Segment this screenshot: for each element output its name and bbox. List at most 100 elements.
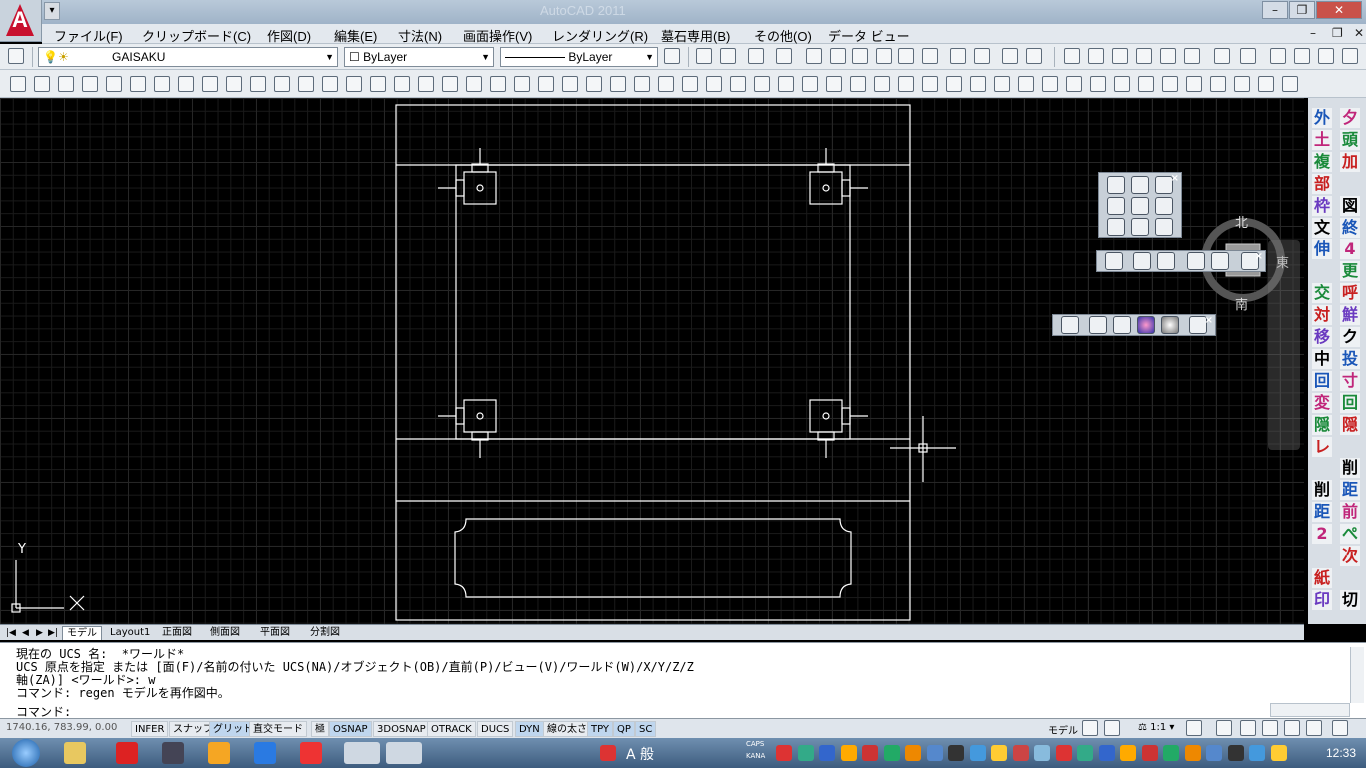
app-icon[interactable] (208, 742, 230, 764)
draw-tool-icon[interactable] (850, 76, 866, 92)
side-tool-button[interactable]: 前 (1340, 502, 1360, 523)
explorer-icon[interactable] (64, 742, 86, 764)
status-toggle-7[interactable]: OTRACK (427, 721, 476, 737)
model-space-label[interactable]: モデル (1048, 722, 1078, 737)
system-tray-icon[interactable] (948, 745, 964, 761)
system-tray-icon[interactable] (1141, 745, 1158, 761)
tab-model[interactable]: モデル (62, 626, 102, 640)
draw-tool-icon[interactable] (322, 76, 338, 92)
color-dropdown[interactable]: ☐ ByLayer ▼ (344, 47, 494, 67)
hardware-acceleration-icon[interactable] (1262, 720, 1278, 736)
side-tool-button[interactable]: 紙 (1312, 567, 1332, 588)
system-tray-icon[interactable] (1163, 745, 1179, 761)
menu-edit[interactable]: 編集(E) (334, 26, 377, 45)
autocad-taskbar-icon[interactable] (386, 742, 422, 764)
realistic-icon[interactable] (1137, 316, 1155, 334)
side-tool-button[interactable] (1312, 458, 1332, 478)
draw-tool-icon[interactable] (682, 76, 698, 92)
menu-file[interactable]: ファイル(F) (54, 26, 123, 45)
draw-tool-icon[interactable] (202, 76, 218, 92)
system-tray-icon[interactable] (1184, 745, 1201, 761)
annotation-scale[interactable]: ⚖ 1:1 ▾ (1138, 722, 1174, 733)
side-tool-button[interactable] (1340, 174, 1360, 194)
draw-tool-icon[interactable] (1138, 76, 1154, 92)
command-scrollbar[interactable] (1350, 647, 1364, 703)
system-tray-icon[interactable] (819, 745, 835, 761)
draw-tool-icon[interactable] (1162, 76, 1178, 92)
draw-tool-icon[interactable] (58, 76, 74, 92)
side-tool-button[interactable]: ぺ (1340, 524, 1360, 545)
status-toggle-13[interactable]: SC (635, 721, 657, 737)
quick-access-dropdown[interactable]: ▾ (44, 2, 60, 20)
hidden-icon[interactable] (1113, 316, 1131, 334)
annotation-visibility-icon[interactable] (1186, 720, 1202, 736)
zoom-extents-icon[interactable] (922, 48, 938, 64)
side-tool-button[interactable]: 終 (1340, 217, 1360, 238)
system-tray-icon[interactable] (1120, 745, 1136, 761)
media-icon[interactable] (162, 742, 184, 764)
draw-tool-icon[interactable] (130, 76, 146, 92)
side-tool-button[interactable]: 伸 (1312, 239, 1332, 260)
pan-icon[interactable] (950, 48, 966, 64)
menu-view[interactable]: 画面操作(V) (463, 26, 532, 45)
status-toggle-0[interactable]: INFER (131, 721, 169, 737)
doc-minimize-button[interactable]: – (1310, 26, 1316, 40)
draw-tool-icon[interactable] (946, 76, 962, 92)
menu-render[interactable]: レンダリング(R) (552, 26, 648, 45)
tab-nav-prev-icon[interactable]: ◀ (18, 626, 33, 640)
table-icon[interactable] (1318, 48, 1334, 64)
side-tool-button[interactable]: 鮮 (1340, 305, 1360, 326)
zoom-out-icon[interactable] (830, 48, 846, 64)
match-properties-icon[interactable] (1112, 48, 1128, 64)
continuous-orbit-icon[interactable] (1157, 252, 1175, 270)
dropbox-icon[interactable] (254, 742, 276, 764)
draw-tool-icon[interactable] (562, 76, 578, 92)
2d-wireframe-icon[interactable] (1061, 316, 1079, 334)
draw-tool-icon[interactable] (1258, 76, 1274, 92)
draw-tool-icon[interactable] (778, 76, 794, 92)
save-icon[interactable] (720, 48, 736, 64)
menu-dimension[interactable]: 寸法(N) (398, 26, 442, 45)
system-tray-icon[interactable] (840, 745, 857, 761)
dimension-style-icon[interactable] (1270, 48, 1286, 64)
side-tool-button[interactable]: 移 (1312, 327, 1332, 347)
side-tool-button[interactable]: 隠 (1312, 414, 1332, 435)
materials-icon[interactable] (1211, 252, 1229, 270)
draw-tool-icon[interactable] (1210, 76, 1226, 92)
status-toggle-5[interactable]: OSNAP (329, 721, 372, 737)
status-toggle-6[interactable]: 3DOSNAP (373, 721, 430, 737)
menu-data-view[interactable]: データ ビュー (828, 26, 910, 45)
clean-screen-icon[interactable] (1332, 720, 1348, 736)
close-icon[interactable]: × (1171, 173, 1179, 184)
status-toggle-4[interactable]: 極 (311, 721, 329, 737)
command-hscrollbar[interactable] (1270, 703, 1350, 717)
block-icon[interactable] (1136, 48, 1152, 64)
side-tool-button[interactable]: 削 (1312, 480, 1332, 501)
draw-tool-icon[interactable] (514, 76, 530, 92)
side-tool-button[interactable]: 外 (1312, 108, 1332, 128)
side-tool-button[interactable]: 頭 (1340, 129, 1360, 150)
insert-icon[interactable] (1160, 48, 1176, 64)
side-tool-button[interactable]: 中 (1312, 348, 1332, 369)
draw-tool-icon[interactable] (1066, 76, 1082, 92)
draw-tool-icon[interactable] (466, 76, 482, 92)
view-sw-iso-icon[interactable] (1107, 218, 1125, 236)
side-tool-button[interactable]: 更 (1340, 261, 1360, 282)
view-ne-iso-icon[interactable] (1155, 218, 1173, 236)
draw-tool-icon[interactable] (586, 76, 602, 92)
window-icon[interactable] (344, 742, 380, 764)
draw-tool-icon[interactable] (874, 76, 890, 92)
draw-tool-icon[interactable] (706, 76, 722, 92)
view-front-icon[interactable] (1131, 197, 1149, 215)
restore-button[interactable]: ❐ (1289, 1, 1315, 19)
view-bottom-icon[interactable] (1131, 176, 1149, 194)
view-right-icon[interactable] (1107, 197, 1125, 215)
draw-tool-icon[interactable] (346, 76, 362, 92)
side-tool-button[interactable] (1340, 437, 1360, 457)
side-tool-button[interactable]: 距 (1312, 502, 1332, 523)
side-tool-button[interactable] (1340, 568, 1360, 588)
menu-draw[interactable]: 作図(D) (267, 26, 311, 45)
layout-icon[interactable] (1104, 720, 1120, 736)
system-tray-icon[interactable] (1077, 745, 1093, 761)
side-tool-button[interactable]: 2 (1312, 524, 1332, 545)
